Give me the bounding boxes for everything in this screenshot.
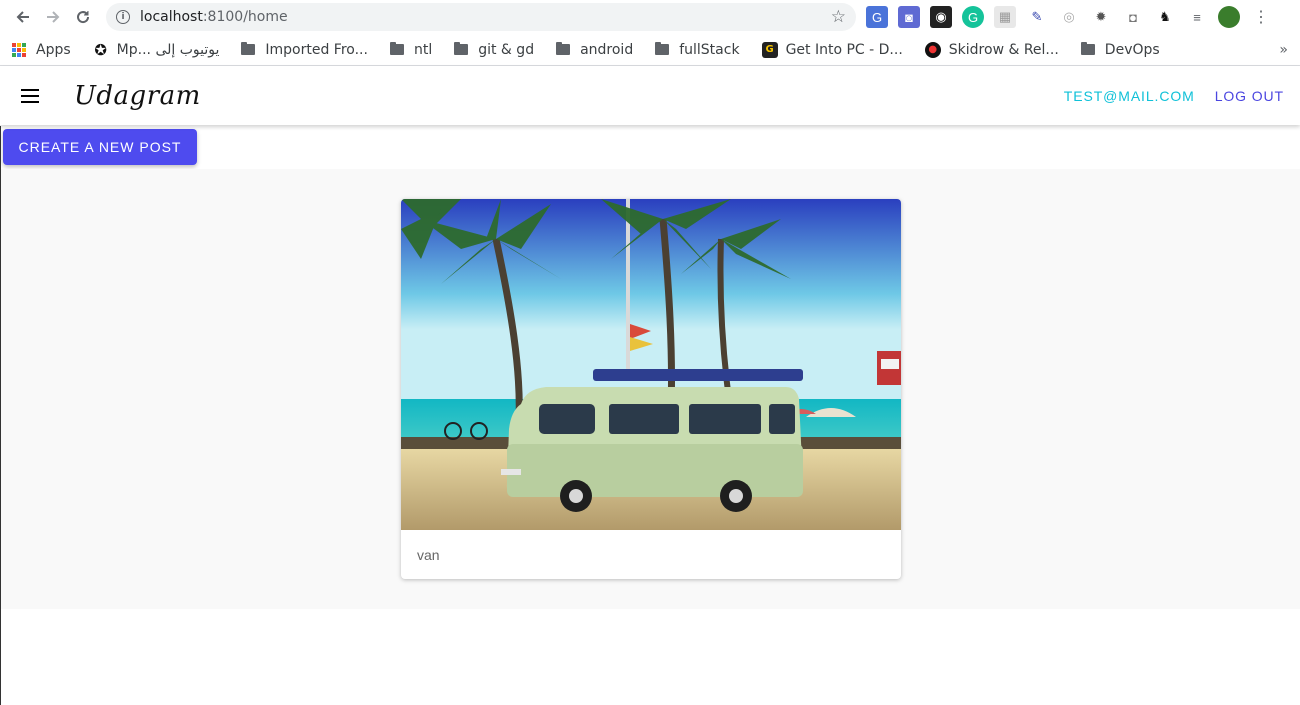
folder-icon (1080, 42, 1095, 55)
gear-extension-icon[interactable]: ✹ (1090, 6, 1112, 28)
header-actions: TEST@MAIL.COM LOG OUT (1064, 88, 1284, 104)
eyedropper-extension-icon[interactable]: ✎ (1026, 6, 1048, 28)
post-image (401, 199, 901, 530)
skidrow-logo-icon: ● (924, 41, 941, 58)
kebab-menu-icon[interactable]: ⋮ (1250, 6, 1272, 28)
circle-extension-icon[interactable]: ◎ (1058, 6, 1080, 28)
bookmark-android[interactable]: android (556, 42, 633, 58)
more-bookmarks-chevron-icon[interactable]: » (1279, 42, 1288, 58)
bookmark-fullstack[interactable]: fullStack (655, 41, 740, 58)
reload-icon[interactable] (68, 2, 98, 32)
folder-icon (556, 42, 571, 55)
post-card[interactable]: van (401, 199, 901, 579)
folder-icon (389, 42, 404, 55)
forward-arrow-icon[interactable] (38, 2, 68, 32)
create-post-button[interactable]: CREATE A NEW POST (3, 129, 197, 165)
camera-extension-icon[interactable]: ◙ (898, 6, 920, 28)
screenshot-extension-icon[interactable]: ◉ (930, 6, 952, 28)
film-reel-icon: ✪ (94, 40, 107, 59)
info-icon[interactable]: i (116, 10, 130, 24)
apps-grid-icon (12, 42, 26, 57)
bookmark-youtube-mp3[interactable]: ✪ Mp... يوتيوب إلى (93, 40, 220, 59)
address-bar[interactable]: i localhost:8100/home ☆ (106, 3, 856, 31)
bookmark-apps[interactable]: Apps (12, 42, 71, 58)
bookmark-label: DevOps (1104, 41, 1160, 58)
bookmarks-bar: Apps ✪ Mp... يوتيوب إلى Imported Fro... … (0, 34, 1300, 66)
folder-icon (454, 42, 469, 55)
grid-extension-icon[interactable]: ▦ (994, 6, 1016, 28)
avatar[interactable] (1218, 6, 1240, 28)
bookmark-label: Imported Fro... (265, 41, 368, 58)
media-control-icon[interactable]: ≡ (1186, 6, 1208, 28)
grammarly-extension-icon[interactable]: G (962, 6, 984, 28)
bookmark-label: git & gd (478, 41, 535, 58)
user-email-link[interactable]: TEST@MAIL.COM (1064, 88, 1195, 104)
bookmark-imported[interactable]: Imported Fro... (241, 42, 368, 58)
url-host: localhost (140, 9, 203, 25)
logout-button[interactable]: LOG OUT (1215, 88, 1284, 104)
app-header: Udagram TEST@MAIL.COM LOG OUT (0, 66, 1300, 125)
bookmark-label: Apps (36, 41, 71, 58)
url-path: :8100/home (202, 9, 288, 25)
bookmark-label: fullStack (679, 41, 740, 58)
bookmark-get-into-pc[interactable]: G Get Into PC - D... (761, 41, 903, 58)
browser-toolbar: i localhost:8100/home ☆ G ◙ ◉ G ▦ ✎ ◎ ✹ … (0, 0, 1300, 34)
getintopc-logo-icon: G (761, 41, 778, 58)
post-caption: van (417, 547, 440, 563)
folder-icon (241, 42, 256, 55)
bookmark-git-gd[interactable]: git & gd (454, 42, 534, 58)
bookmark-label: Mp... يوتيوب إلى (116, 41, 220, 58)
bookmark-label: android (580, 41, 634, 58)
hamburger-menu-icon[interactable] (18, 84, 42, 108)
back-arrow-icon[interactable] (8, 2, 38, 32)
translate-extension-icon[interactable]: G (866, 6, 888, 28)
bookmark-label: ntl (413, 41, 433, 58)
feed-area: van (1, 169, 1300, 609)
bookmark-ntl[interactable]: ntl (389, 41, 433, 58)
bookmark-skidrow[interactable]: ● Skidrow & Rel... (924, 41, 1059, 58)
app-brand-title: Udagram (74, 80, 201, 111)
bookmark-label: Get Into PC - D... (785, 41, 903, 58)
extensions-bar: G ◙ ◉ G ▦ ✎ ◎ ✹ ◘ ♞ ≡ ⋮ (866, 6, 1272, 28)
camera-icon[interactable]: ◘ (1122, 6, 1144, 28)
folder-icon (655, 42, 670, 55)
bookmark-devops[interactable]: DevOps (1080, 41, 1160, 58)
bookmark-label: Skidrow & Rel... (948, 41, 1059, 58)
bookmark-star-icon[interactable]: ☆ (831, 7, 846, 27)
paw-extension-icon[interactable]: ♞ (1154, 6, 1176, 28)
